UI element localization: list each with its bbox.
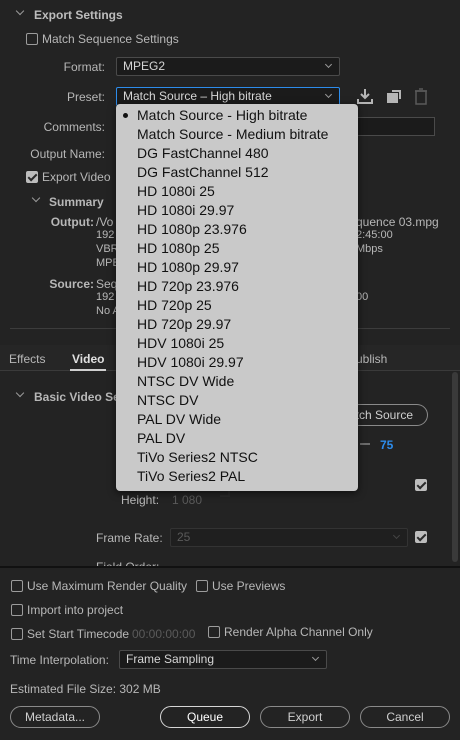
bottom-panel: Use Maximum Render Quality Use Previews …: [0, 566, 460, 740]
height-value: 1 080: [172, 493, 203, 507]
scrollbar[interactable]: [452, 372, 458, 562]
preset-option[interactable]: HD 1080p 29.97: [137, 258, 239, 277]
set-start-timecode-label[interactable]: Set Start Timecode: [27, 627, 129, 641]
import-into-project-label[interactable]: Import into project: [27, 603, 123, 617]
export-video-checkbox[interactable]: [26, 171, 38, 183]
export-button[interactable]: Export: [260, 706, 350, 728]
preset-option[interactable]: PAL DV Wide: [137, 410, 221, 429]
use-previews-label[interactable]: Use Previews: [212, 579, 285, 593]
width-match-checkbox[interactable]: [415, 479, 427, 491]
tab-publish[interactable]: ublish: [356, 352, 387, 366]
render-alpha-label[interactable]: Render Alpha Channel Only: [224, 625, 373, 639]
preset-option[interactable]: HD 720p 23.976: [137, 277, 239, 296]
match-sequence-label[interactable]: Match Sequence Settings: [42, 32, 179, 46]
summary-output-line: /Vo: [96, 215, 114, 229]
match-sequence-checkbox[interactable]: [26, 33, 38, 45]
preset-option[interactable]: NTSC DV: [137, 391, 198, 410]
export-settings-collapse-icon[interactable]: [15, 6, 25, 16]
chevron-down-icon: [324, 60, 333, 69]
preset-option[interactable]: HD 720p 25: [137, 296, 212, 315]
preset-option[interactable]: HDV 1080i 29.97: [137, 353, 244, 372]
preset-option[interactable]: NTSC DV Wide: [137, 372, 234, 391]
render-alpha-checkbox[interactable]: [208, 626, 220, 638]
comments-label: Comments:: [43, 120, 105, 134]
preset-option[interactable]: HD 720p 29.97: [137, 315, 231, 334]
estimated-file-size: Estimated File Size: 302 MB: [10, 682, 161, 696]
preset-option[interactable]: HD 1080p 23.976: [137, 220, 247, 239]
chevron-down-icon: [311, 653, 320, 662]
frame-rate-label: Frame Rate:: [96, 531, 163, 545]
preset-label: Preset:: [66, 90, 105, 104]
summary-output-right: Mbps: [356, 243, 383, 255]
format-label: Format:: [63, 60, 105, 74]
preset-option[interactable]: HD 1080i 25: [137, 182, 215, 201]
frame-rate-select[interactable]: 25: [170, 528, 408, 547]
preset-option[interactable]: DG FastChannel 480: [137, 144, 269, 163]
import-into-project-checkbox[interactable]: [11, 604, 23, 616]
quality-slider-track[interactable]: [360, 443, 370, 445]
queue-button[interactable]: Queue: [160, 706, 250, 728]
summary-source-line: Seq: [96, 277, 118, 291]
tab-video-underline: [70, 369, 106, 371]
preset-option[interactable]: Match Source - High bitrate: [137, 106, 307, 125]
chevron-down-icon: [324, 90, 333, 99]
summary-source-line: 192: [96, 291, 115, 303]
summary-output-right: quence 03.mpg: [356, 215, 439, 229]
use-previews-checkbox[interactable]: [196, 580, 208, 592]
time-interpolation-select[interactable]: Frame Sampling: [119, 650, 327, 669]
preset-value: Match Source – High bitrate: [123, 89, 272, 103]
output-name-label: Output Name:: [30, 147, 105, 161]
cancel-button[interactable]: Cancel: [360, 706, 450, 728]
time-interpolation-value: Frame Sampling: [126, 652, 215, 666]
max-render-quality-checkbox[interactable]: [11, 580, 23, 592]
preset-option[interactable]: HD 1080i 29.97: [137, 201, 234, 220]
summary-source-label: Source:: [49, 277, 94, 291]
preset-option[interactable]: TiVo Series2 NTSC: [137, 448, 258, 467]
summary-output-line: 192: [96, 229, 115, 241]
preset-option[interactable]: PAL DV: [137, 429, 185, 448]
max-render-quality-label[interactable]: Use Maximum Render Quality: [27, 579, 187, 593]
basic-video-header: Basic Video Se: [34, 390, 120, 404]
format-select[interactable]: MPEG2: [116, 57, 340, 76]
set-start-timecode-checkbox[interactable]: [11, 628, 23, 640]
chevron-down-icon: [392, 531, 401, 540]
frame-rate-match-checkbox[interactable]: [415, 531, 427, 543]
basic-video-collapse-icon[interactable]: [15, 388, 25, 398]
preset-dropdown-menu: Match Source - High bitrate Match Source …: [116, 104, 358, 491]
format-value: MPEG2: [123, 59, 166, 73]
metadata-button[interactable]: Metadata...: [10, 706, 100, 728]
delete-preset-icon[interactable]: [413, 87, 429, 105]
tab-video[interactable]: Video: [72, 352, 104, 366]
summary-output-label: Output:: [50, 215, 94, 229]
summary-output-right: 2:45:00: [356, 229, 393, 241]
export-video-label[interactable]: Export Video: [42, 170, 111, 184]
height-label: Height:: [121, 493, 160, 507]
time-interpolation-label: Time Interpolation:: [10, 653, 109, 667]
export-settings-header: Export Settings: [34, 8, 123, 22]
import-preset-icon[interactable]: [384, 87, 402, 105]
preset-option[interactable]: HD 1080p 25: [137, 239, 220, 258]
preset-option[interactable]: HDV 1080i 25: [137, 334, 224, 353]
tab-effects[interactable]: Effects: [9, 352, 45, 366]
summary-collapse-icon[interactable]: [31, 193, 41, 203]
preset-option[interactable]: DG FastChannel 512: [137, 163, 269, 182]
selected-bullet-icon: [123, 113, 128, 118]
preset-option[interactable]: Match Source - Medium bitrate: [137, 125, 328, 144]
summary-header: Summary: [49, 195, 104, 209]
timecode-value[interactable]: 00:00:00:00: [132, 627, 195, 641]
save-preset-icon[interactable]: [356, 87, 374, 105]
quality-value[interactable]: 75: [380, 438, 393, 452]
preset-option[interactable]: TiVo Series2 PAL: [137, 467, 245, 486]
frame-rate-value: 25: [177, 530, 191, 544]
